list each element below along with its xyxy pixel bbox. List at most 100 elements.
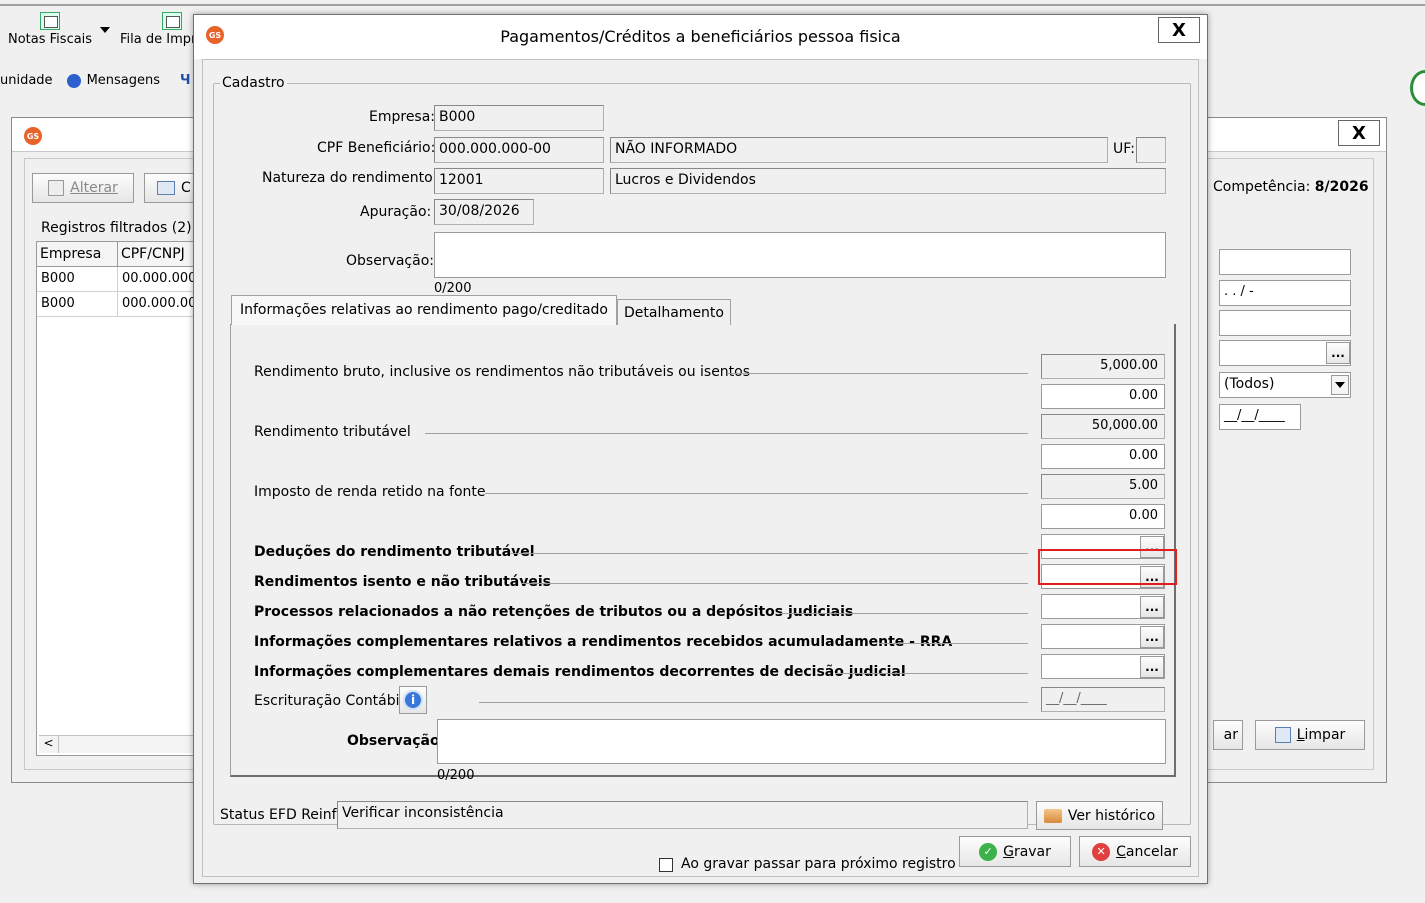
empresa-label: Empresa: [369,109,436,125]
alterar-button[interactable]: Alterar [32,173,134,203]
processos-label: Processos relacionados a não retenções d… [254,604,854,620]
limpar-button[interactable]: Limpar [1255,720,1365,750]
imposto-field2[interactable]: 0.00 [1041,504,1165,529]
uf-label: UF: [1113,141,1135,157]
empresa-field[interactable]: B000 [434,105,604,131]
leader-line [425,433,1028,434]
filter-status-value: (Todos) [1224,376,1275,392]
tab-detalhamento[interactable]: Detalhamento [617,299,731,325]
status-indicator-icon[interactable] [1410,70,1425,106]
proximo-registro-checkbox[interactable] [659,858,673,872]
gravar-button[interactable]: ✓ Gravar [959,836,1071,867]
cancelar-hotkey: C [1116,843,1126,860]
filter-cnpj-field[interactable]: . . / - [1219,280,1351,306]
mensagens-link[interactable]: Mensagens [87,73,160,88]
check-icon: ✓ [979,842,998,861]
natureza-label: Natureza do rendimento: [262,170,438,186]
col-empresa[interactable]: Empresa [37,242,118,266]
cell-empresa: B000 [37,292,118,316]
unidade-link[interactable]: unidade [0,73,53,88]
cell-cpf: 000.000.000 [118,292,195,316]
escrituracao-info-button[interactable]: i [399,686,427,714]
rra-lookup-button[interactable]: ... [1140,626,1164,648]
apuracao-field[interactable]: 30/08/2026 [434,199,534,225]
filter-field-1[interactable] [1219,249,1351,275]
grid-icon [157,181,175,195]
proximo-registro-label[interactable]: Ao gravar passar para próximo registro [681,856,956,872]
fila-impressao-button[interactable]: Fila de Impre [120,12,204,47]
filter-field-3[interactable] [1219,310,1351,336]
dialog-body: Cadastro Empresa: B000 CPF Beneficiário:… [202,59,1199,877]
rendimento-tributavel-field[interactable]: 50,000.00 [1041,414,1165,439]
rra-label: Informações complementares relativos a r… [254,634,953,650]
imposto-field[interactable]: 5.00 [1041,474,1165,499]
cell-cpf: 00.000.000/ [118,267,195,291]
background-close-button[interactable]: X [1338,120,1380,146]
cpf-beneficiario-field[interactable]: 000.000.000-00 [434,137,604,163]
filter-date-field[interactable]: __/__/____ [1219,404,1301,430]
status-efd-label: Status EFD Reinf: [220,807,341,823]
registros-grid[interactable]: Empresa CPF/CNPJ B000 00.000.000/ B000 0… [36,241,196,756]
beneficiario-name-field: NÃO INFORMADO [610,137,1108,163]
natureza-desc-field: Lucros e Dividendos [610,168,1166,194]
table-row[interactable]: B000 00.000.000/ [37,267,195,292]
ver-historico-button[interactable]: Ver histórico [1036,801,1163,830]
imposto-label: Imposto de renda retido na fonte [254,484,486,500]
filter-lookup-button[interactable]: ... [1326,342,1350,364]
partial-button[interactable]: ar [1213,720,1243,750]
cancel-icon: ✕ [1092,842,1111,861]
processos-lookup-button[interactable]: ... [1140,596,1164,618]
uf-field[interactable] [1136,137,1166,163]
dialog-close-button[interactable]: X [1158,17,1200,43]
tab-informacoes[interactable]: Informações relativas ao rendimento pago… [231,295,617,325]
fila-impressao-label: Fila de Impre [120,32,205,47]
isentos-label: Rendimentos isento e não tributáveis [254,574,551,590]
second-toolbar-label: C [181,180,191,196]
rendimento-tributavel-label: Rendimento tributável [254,424,411,440]
observacao-textarea[interactable] [434,232,1166,278]
col-cpf-cnpj[interactable]: CPF/CNPJ [118,242,195,266]
gravar-label: Gravar [1003,844,1051,860]
rendimento-tributavel-field2[interactable]: 0.00 [1041,444,1165,469]
chevron-down-icon[interactable] [1331,375,1349,395]
observacao2-textarea[interactable] [437,719,1166,764]
leader-line [511,553,1028,554]
rendimento-bruto-field[interactable]: 5,000.00 [1041,354,1165,379]
notas-fiscais-button[interactable]: Notas Fiscais [8,12,92,47]
leader-line [485,493,1028,494]
observacao-label: Observação: [346,253,434,269]
fila-impressao-icon [162,12,182,30]
natureza-code-field[interactable]: 12001 [434,168,604,194]
highlight-box [1038,549,1177,585]
observacao-counter: 0/200 [434,281,472,296]
leader-line [835,673,1028,674]
rendimento-bruto-field2[interactable]: 0.00 [1041,384,1165,409]
competencia-label: Competência: 8/2026 [1213,179,1369,195]
table-row[interactable]: B000 000.000.000 [37,292,195,317]
observacao2-label: Observação: [347,733,446,749]
app-title-bar [0,0,1425,6]
judicial-lookup-button[interactable]: ... [1140,656,1164,678]
messages-icon [66,73,81,88]
competencia-value: 8/2026 [1314,179,1369,195]
partial-button-label: ar [1223,727,1238,743]
scroll-left-icon[interactable]: < [39,736,59,753]
apuracao-label: Apuração: [360,204,432,220]
bi-icon[interactable]: Ч [180,73,191,88]
leader-line [521,583,1028,584]
cell-empresa: B000 [37,267,118,291]
limpar-hotkey: L [1296,727,1305,743]
edit-icon [48,180,65,196]
horizontal-scrollbar[interactable]: < [39,735,195,753]
escrituracao-field[interactable]: __/__/____ [1041,687,1165,712]
dropdown-caret-icon[interactable] [100,27,110,33]
tab-bar: Informações relativas ao rendimento pago… [231,295,731,327]
cancelar-rest: ancelar [1125,843,1178,860]
leader-line [479,702,1028,703]
deducoes-label: Deduções do rendimento tributável [254,544,535,560]
rendimento-bruto-label: Rendimento bruto, inclusive os rendiment… [254,364,751,380]
eraser-icon [1274,727,1291,743]
observacao2-counter: 0/200 [437,768,475,783]
gravar-hotkey: G [1003,843,1014,860]
cancelar-button[interactable]: ✕ Cancelar [1079,836,1191,867]
